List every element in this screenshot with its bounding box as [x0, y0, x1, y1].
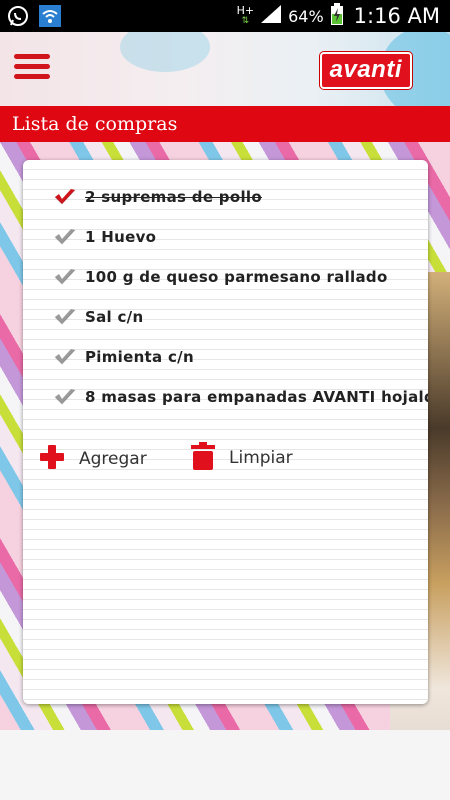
list-item-label: 8 masas para empanadas AVANTI hojaldrada… [85, 388, 428, 406]
checkmark-icon[interactable] [53, 266, 77, 288]
header-decoration [120, 32, 210, 72]
add-button-label: Agregar [79, 449, 147, 469]
clock: 1:16 AM [353, 4, 440, 28]
app-header: avanti [0, 32, 450, 106]
whatsapp-icon [6, 4, 30, 28]
battery-percent: 64% [288, 6, 324, 26]
list-item[interactable]: Sal c/n [53, 302, 143, 332]
list-item-label: Pimienta c/n [85, 348, 194, 366]
checkmark-icon[interactable] [53, 346, 77, 368]
clear-button[interactable]: Limpiar [191, 442, 293, 474]
trash-icon [191, 442, 215, 474]
add-button[interactable]: Agregar [39, 444, 147, 474]
checkmark-icon[interactable] [53, 386, 77, 408]
signal-icon [260, 4, 282, 28]
list-item-label: 100 g de queso parmesano rallado [85, 268, 388, 286]
avanti-logo: avanti [319, 52, 412, 89]
notification-icons [6, 4, 62, 28]
list-item[interactable]: 100 g de queso parmesano rallado [53, 262, 388, 292]
checkmark-checked-icon[interactable] [53, 186, 77, 208]
list-item[interactable]: 8 masas para empanadas AVANTI hojaldrada… [53, 382, 428, 412]
list-item-label: Sal c/n [85, 308, 144, 326]
list-item[interactable]: 2 supremas de pollo [53, 182, 262, 212]
list-item[interactable]: 1 Huevo [53, 222, 156, 252]
checkmark-icon[interactable] [53, 306, 77, 328]
bottom-area [0, 730, 450, 800]
checkmark-icon[interactable] [53, 226, 77, 248]
system-status: H+ ⇅ 64% 1:16 AM [237, 2, 440, 30]
shopping-list-card: 2 supremas de pollo 1 Huevo 100 g de queso… [23, 160, 428, 704]
menu-icon[interactable] [14, 54, 50, 84]
clear-button-label: Limpiar [229, 448, 293, 468]
status-bar: H+ ⇅ 64% 1:16 AM [0, 0, 450, 32]
wifi-notification-icon [38, 4, 62, 28]
plus-icon [39, 444, 65, 474]
battery-icon [330, 3, 344, 29]
title-bar: Lista de compras [0, 106, 450, 142]
network-type-indicator: H+ ⇅ [236, 4, 255, 26]
list-item[interactable]: Pimienta c/n [53, 342, 194, 372]
page-title: Lista de compras [12, 113, 178, 135]
list-item-label: 2 supremas de pollo [85, 188, 262, 206]
list-item-label: 1 Huevo [85, 228, 157, 246]
